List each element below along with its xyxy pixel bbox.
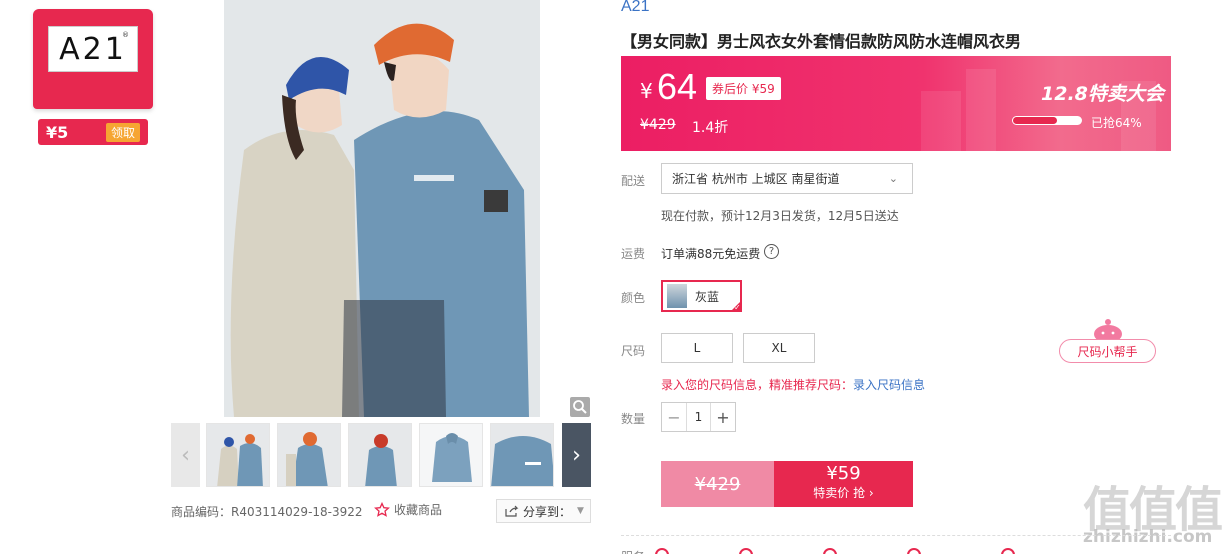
color-option-selected[interactable]: 灰蓝 ✓ [661, 280, 742, 312]
size-helper-button[interactable]: 尺码小帮手 [1059, 339, 1156, 363]
thumbnail[interactable] [277, 423, 341, 487]
shipping-label: 运费 [621, 247, 646, 261]
product-title: 【男女同款】男士风衣女外套情侣款防风防水连帽风衣男 [621, 32, 1022, 51]
delivery-estimate: 现在付款，预计12月3日发货，12月5日送达 [661, 209, 899, 223]
size-label: 尺码 [621, 344, 646, 358]
quantity-decrease-button[interactable]: − [662, 403, 686, 431]
sold-progress-bar [1012, 116, 1082, 125]
checkmark-icon: ✓ [730, 300, 742, 312]
size-tip-link[interactable]: 录入尺码信息 [853, 378, 925, 392]
registered-mark: ® [122, 31, 129, 39]
share-label: 分享到： [523, 504, 572, 519]
size-option-xl[interactable]: XL [743, 333, 815, 363]
quantity-increase-button[interactable]: + [711, 403, 735, 431]
brand-logo-text: A21 [59, 31, 127, 67]
quantity-label: 数量 [621, 412, 646, 426]
quantity-stepper: − 1 + [661, 402, 736, 432]
product-code-value: R403114029-18-3922 [231, 505, 363, 519]
thumbnail[interactable] [490, 423, 554, 487]
product-photo [224, 0, 540, 417]
color-swatch-thumbnail [667, 284, 687, 308]
size-option-l[interactable]: L [661, 333, 733, 363]
favorite-button[interactable]: 收藏商品 [374, 501, 442, 518]
price-banner: ¥ 64 券后价 ¥59 ¥429 1.4折 12.8特卖大会 已抢64% [621, 56, 1171, 151]
brand-link[interactable]: A21 [621, 0, 649, 16]
delivery-address-select[interactable]: 浙江省 杭州市 上城区 南星街道 ⌄ [661, 163, 913, 194]
sold-progress-text: 已抢64% [1091, 116, 1142, 130]
brand-coupon[interactable]: ¥5 领取 [38, 119, 148, 145]
delivery-label: 配送 [621, 174, 646, 188]
promo-title: 12.8特卖大会 [1041, 83, 1164, 105]
help-icon[interactable]: ? [764, 244, 779, 259]
buy-price: ¥59 [826, 463, 861, 484]
main-product-image[interactable] [224, 0, 540, 417]
product-code: 商品编码：R403114029-18-3922 [171, 503, 363, 520]
star-icon [374, 501, 390, 517]
size-tip-text: 录入您的尺码信息，精准推荐尺码： [661, 378, 854, 392]
divider [621, 535, 1171, 536]
brand-card[interactable]: A21 ® ¥5 领取 [33, 9, 153, 145]
brand-logo: A21 ® [48, 26, 138, 72]
price-currency: ¥ [640, 79, 653, 103]
color-label: 颜色 [621, 291, 646, 305]
chevron-left-icon[interactable]: ‹ [171, 423, 200, 487]
watermark-url: zhizhizhi.com [1083, 527, 1213, 547]
caret-down-icon: ▼ [577, 506, 584, 516]
share-icon [505, 505, 519, 517]
original-price-button[interactable]: ¥429 [661, 461, 774, 507]
coupon-price-badge: 券后价 ¥59 [706, 77, 781, 100]
buy-label: 特卖价 抢 › [813, 486, 874, 500]
current-price: 64 [657, 66, 698, 107]
sold-progress-fill [1013, 117, 1057, 124]
chevron-down-icon: ⌄ [888, 172, 898, 185]
magnifier-icon[interactable] [570, 397, 590, 417]
claim-coupon-button[interactable]: 领取 [105, 122, 140, 142]
brand-card-top: A21 ® [33, 9, 153, 109]
thumbnail[interactable] [348, 423, 412, 487]
thumbnail-strip: ‹ › [171, 423, 591, 487]
service-label: 服务 [621, 548, 645, 554]
chevron-right-icon[interactable]: › [562, 423, 591, 487]
favorite-label: 收藏商品 [394, 503, 443, 517]
discount-label: 1.4折 [692, 120, 729, 136]
quantity-input[interactable]: 1 [686, 403, 711, 431]
thumbnail[interactable] [419, 423, 483, 487]
color-option-label: 灰蓝 [695, 289, 720, 304]
original-price: ¥429 [640, 117, 676, 133]
coupon-amount: ¥5 [46, 122, 69, 142]
buy-now-button[interactable]: ¥59 特卖价 抢 › [774, 461, 913, 507]
thumbnail[interactable] [206, 423, 270, 487]
size-tip: 录入您的尺码信息，精准推荐尺码：录入尺码信息 [661, 376, 925, 393]
delivery-address: 浙江省 杭州市 上城区 南星街道 [672, 172, 840, 186]
shipping-text: 订单满88元免运费 [661, 247, 761, 261]
product-code-label: 商品编码： [171, 505, 232, 519]
share-button[interactable]: 分享到： ▼ [496, 499, 591, 523]
